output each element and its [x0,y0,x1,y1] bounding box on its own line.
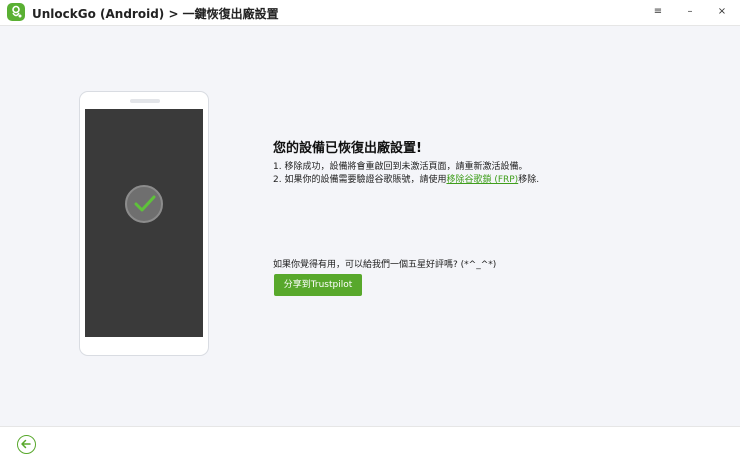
remove-frp-link[interactable]: 移除谷歌鎖 (FRP) [446,175,518,185]
checkmark-icon [125,185,163,223]
phone-speaker [130,99,160,103]
share-trustpilot-button[interactable]: 分享到Trustpilot [274,274,362,296]
phone-illustration [79,91,209,356]
step-2-prefix: 2. 如果你的設備需要驗證谷歌賬號，請使用 [273,175,447,185]
step-2-text: 2. 如果你的設備需要驗證谷歌賬號，請使用移除谷歌鎖 (FRP)移除. [273,172,539,185]
back-arrow-icon[interactable] [17,435,36,454]
menu-button[interactable]: ≡ [648,4,668,20]
main-content: 您的設備已恢復出廠設置! 1. 移除成功，設備將會重啟回到未激活頁面，請重新激活… [0,26,740,426]
step-2-suffix: 移除. [518,175,540,185]
title-bar: UnlockGo (Android) > 一鍵恢復出廠設置 ≡ – × [0,0,740,26]
footer-bar [0,426,740,464]
minimize-button[interactable]: – [680,4,700,20]
step-1-text: 1. 移除成功，設備將會重啟回到未激活頁面，請重新激活設備。 [273,162,528,172]
close-button[interactable]: × [712,4,732,20]
unlockgo-logo-icon [7,3,25,21]
phone-screen [85,109,203,337]
app-title: UnlockGo (Android) > 一鍵恢復出廠設置 [32,7,279,21]
review-prompt: 如果你覺得有用，可以給我們一個五星好評嗎? (*^_^*) [273,260,497,270]
result-headline: 您的設備已恢復出廠設置! [273,141,422,156]
